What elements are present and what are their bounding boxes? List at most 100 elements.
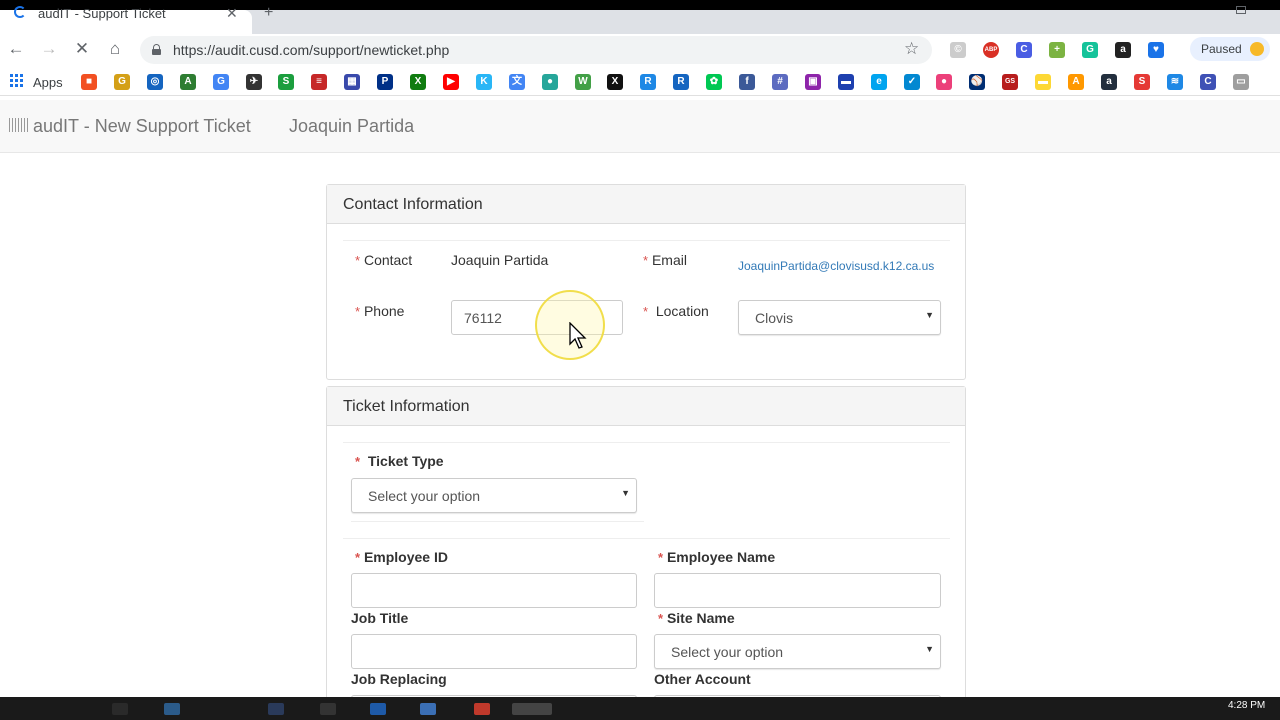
a-ext-icon[interactable]: a [1115, 42, 1131, 58]
gs-icon[interactable]: GS [1002, 74, 1018, 90]
profile-button[interactable]: Paused [1190, 37, 1270, 61]
taskbar-app[interactable] [320, 703, 336, 715]
xbox-icon[interactable]: X [410, 74, 426, 90]
close-tab-icon[interactable]: ✕ [226, 5, 238, 22]
mouse-cursor-icon [569, 322, 587, 349]
location-selected: Clovis [755, 310, 794, 326]
facebook-icon[interactable]: f [739, 74, 755, 90]
tab-strip: audIT - Support Ticket ✕ + [0, 0, 1280, 34]
loading-icon [14, 6, 26, 18]
apps-grid-icon[interactable] [10, 74, 24, 88]
translate-icon[interactable]: 文 [509, 74, 525, 90]
s-red-icon[interactable]: S [1134, 74, 1150, 90]
ticket-panel: Ticket Information * Ticket Type Select … [326, 386, 966, 709]
grid-globe-icon[interactable]: # [772, 74, 788, 90]
email-link[interactable]: JoaquinPartida@clovisusd.k12.ca.us [738, 259, 934, 273]
chevron-down-icon: ▼ [925, 644, 934, 654]
edge-icon[interactable]: e [871, 74, 887, 90]
plus-green-icon[interactable]: + [1049, 42, 1065, 58]
divider [343, 442, 950, 443]
taskbar-app-active[interactable] [512, 703, 552, 715]
contact-value: Joaquin Partida [451, 252, 549, 268]
other-account-label: Other Account [654, 671, 751, 687]
url-text[interactable]: https://audit.cusd.com/support/newticket… [173, 42, 449, 58]
laptop-icon[interactable]: ▭ [1233, 74, 1249, 90]
ticket-type-select[interactable]: Select your option ▼ [351, 478, 637, 513]
lock-icon [152, 44, 161, 55]
amazon-icon[interactable]: a [1101, 74, 1117, 90]
current-user[interactable]: Joaquin Partida [289, 116, 414, 137]
r-blue-icon[interactable]: R [640, 74, 656, 90]
stop-loading-button[interactable]: ✕ [72, 39, 92, 59]
c-square-icon[interactable]: C [1200, 74, 1216, 90]
r-outline-icon[interactable]: R [673, 74, 689, 90]
leaf-icon[interactable]: ✿ [706, 74, 722, 90]
apps-label[interactable]: Apps [33, 75, 63, 90]
shield-icon[interactable]: ♥ [1148, 42, 1164, 58]
home-button[interactable]: ⌂ [105, 39, 125, 59]
a-green-icon[interactable]: A [180, 74, 196, 90]
mlb-icon[interactable]: ⚾ [969, 74, 985, 90]
g-gold-icon[interactable]: G [114, 74, 130, 90]
microsoft-icon[interactable]: ■ [81, 74, 97, 90]
back-button[interactable]: ← [6, 39, 26, 59]
taskbar-app[interactable] [164, 703, 180, 715]
playstation-icon[interactable]: P [377, 74, 393, 90]
check-blue-icon[interactable]: ✓ [904, 74, 920, 90]
taskbar-clock: 4:28 PM [1228, 700, 1266, 711]
c-ext-icon[interactable]: © [950, 42, 966, 58]
youtube-icon[interactable]: ▶ [443, 74, 459, 90]
app-navbar: audIT - New Support Ticket Joaquin Parti… [0, 100, 1280, 153]
employee-id-input[interactable] [351, 573, 637, 608]
new-tab-button[interactable]: + [264, 4, 273, 22]
grammarly-icon[interactable]: G [1082, 42, 1098, 58]
c-blue-icon[interactable]: C [1016, 42, 1032, 58]
taskbar-app[interactable] [474, 703, 490, 715]
building-icon[interactable]: ▦ [344, 74, 360, 90]
w-green-icon[interactable]: W [575, 74, 591, 90]
employee-name-label: * Employee Name [658, 549, 776, 565]
lines-icon[interactable]: ≋ [1167, 74, 1183, 90]
restore-window-icon[interactable] [1236, 6, 1246, 14]
cards-icon[interactable]: ▬ [838, 74, 854, 90]
profile-status: Paused [1201, 42, 1242, 56]
google-icon[interactable]: G [213, 74, 229, 90]
taskbar-app[interactable] [420, 703, 436, 715]
location-label: * Location [643, 303, 709, 319]
plane-icon[interactable]: ✈ [246, 74, 262, 90]
adblock-icon[interactable]: ABP [983, 42, 999, 58]
employee-name-input[interactable] [654, 573, 941, 608]
x-icon[interactable]: X [607, 74, 623, 90]
tag-yellow-icon[interactable]: ▬ [1035, 74, 1051, 90]
taskbar-app[interactable] [112, 703, 128, 715]
ticket-type-label: * Ticket Type [355, 453, 444, 469]
pig-icon[interactable]: ● [936, 74, 952, 90]
forward-button[interactable]: → [39, 39, 59, 59]
panel-title: Contact Information [343, 196, 483, 213]
k-icon[interactable]: K [476, 74, 492, 90]
taskbar-app[interactable] [370, 703, 386, 715]
address-bar[interactable]: https://audit.cusd.com/support/newticket… [140, 36, 932, 64]
photo-icon[interactable]: ▣ [805, 74, 821, 90]
chevron-down-icon: ▼ [621, 488, 630, 498]
job-title-input[interactable] [351, 634, 637, 669]
site-name-select[interactable]: Select your option ▼ [654, 634, 941, 669]
active-tab[interactable]: audIT - Support Ticket ✕ [0, 5, 252, 34]
taskbar: 4:28 PM [0, 697, 1280, 720]
barcode-icon [9, 118, 28, 132]
bookmarks-bar: Apps ■ G ◎ A G ✈ S ≡ ▦ P X ▶ K 文 ● W X R R ✿ f # ▣ ▬ e ✓ ● ⚾ GS ▬ Aa S ≋… [0, 68, 1280, 96]
avatar [1250, 42, 1264, 56]
employee-id-label: * Employee ID [355, 549, 448, 565]
globe-icon[interactable]: ◎ [147, 74, 163, 90]
owl-icon[interactable]: ● [542, 74, 558, 90]
location-select[interactable]: Clovis ▼ [738, 300, 941, 335]
app-brand[interactable]: audIT - New Support Ticket [33, 116, 251, 137]
bookmark-star-icon[interactable]: ☆ [904, 39, 919, 59]
chevron-down-icon: ▼ [925, 310, 934, 320]
job-replacing-label: Job Replacing [351, 671, 447, 687]
s-green-icon[interactable]: S [278, 74, 294, 90]
divider [343, 240, 950, 241]
a-orange-icon[interactable]: A [1068, 74, 1084, 90]
taskbar-app[interactable] [268, 703, 284, 715]
red-bars-icon[interactable]: ≡ [311, 74, 327, 90]
